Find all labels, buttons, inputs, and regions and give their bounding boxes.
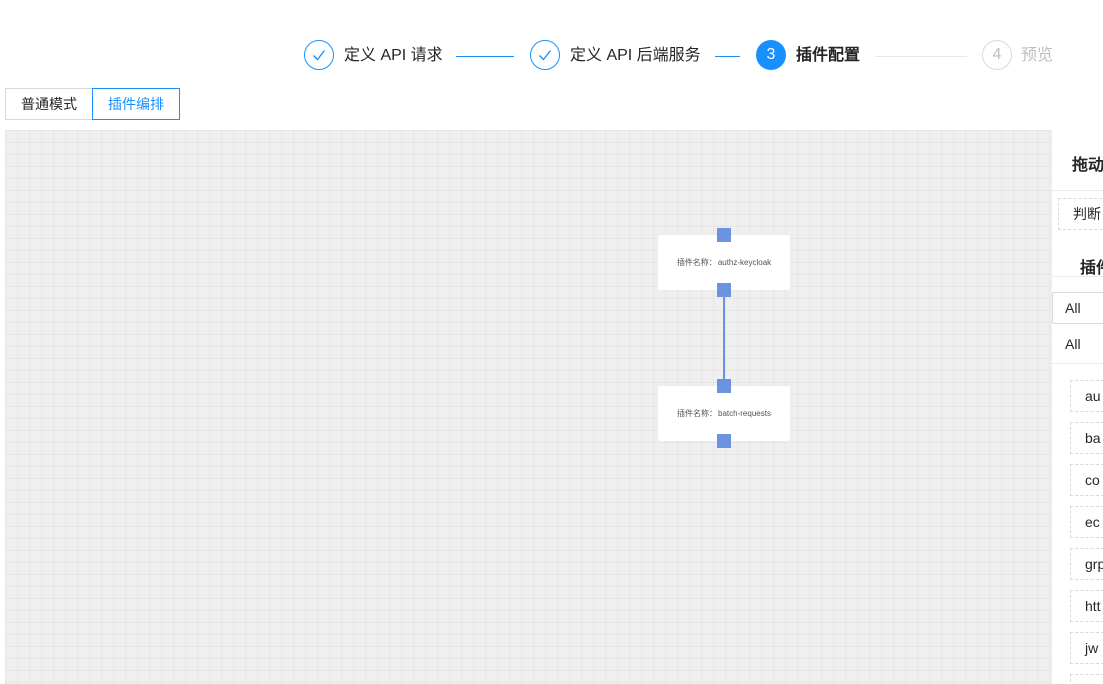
normal-mode-button[interactable]: 普通模式 — [5, 88, 93, 120]
plugin-item[interactable]: ba — [1070, 422, 1103, 454]
step-1-check-icon — [304, 40, 334, 70]
plugin-node-batch-requests[interactable]: 插件名称： batch-requests — [658, 386, 790, 441]
plugin-item-partial[interactable] — [1070, 674, 1103, 684]
condition-drag-item[interactable]: 判断 — [1058, 198, 1103, 230]
step-connector-3 — [875, 56, 967, 57]
step-connector-2 — [715, 56, 740, 57]
plugin-orchestration-button[interactable]: 插件编排 — [92, 88, 180, 120]
divider — [1052, 190, 1103, 191]
check-icon — [539, 50, 552, 61]
check-icon — [313, 50, 326, 61]
category-option[interactable]: All — [1065, 336, 1081, 352]
step-1-title: 定义 API 请求 — [344, 47, 443, 64]
node-output-port[interactable] — [717, 283, 731, 297]
node-label-prefix: 插件名称： — [677, 409, 718, 418]
node-input-port[interactable] — [717, 379, 731, 393]
flow-edge[interactable] — [723, 297, 725, 387]
plugin-item[interactable]: grp — [1070, 548, 1103, 580]
step-2-title: 定义 API 后端服务 — [570, 47, 701, 64]
plugin-item[interactable]: htt — [1070, 590, 1103, 622]
step-connector-1 — [456, 56, 514, 57]
node-plugin-name: batch-requests — [718, 409, 771, 418]
plugin-item[interactable]: jw — [1070, 632, 1103, 664]
node-label-prefix: 插件名称： — [676, 258, 717, 267]
step-2-check-icon — [530, 40, 560, 70]
orchestration-canvas[interactable]: 插件名称： authz-keycloak 插件名称： batch-request… — [5, 130, 1052, 684]
drag-section-title: 拖动 — [1072, 157, 1103, 174]
node-output-port[interactable] — [717, 434, 731, 448]
plugin-item[interactable]: co — [1070, 464, 1103, 496]
node-input-port[interactable] — [717, 228, 731, 242]
plugin-section-title: 插件 — [1080, 260, 1103, 277]
node-plugin-name: authz-keycloak — [717, 258, 772, 267]
divider — [1052, 276, 1103, 277]
divider — [1052, 363, 1103, 364]
plugin-panel: 拖动 判断 插件 All All au ba co ec grp htt jw — [1052, 130, 1103, 684]
plugin-node-authz-keycloak[interactable]: 插件名称： authz-keycloak — [658, 235, 790, 290]
step-3-number: 3 — [756, 40, 786, 70]
plugin-item[interactable]: au — [1070, 380, 1103, 412]
steps-bar: 定义 API 请求 定义 API 后端服务 3 插件配置 4 预览 — [0, 40, 1103, 74]
step-4-number: 4 — [982, 40, 1012, 70]
step-3-title: 插件配置 — [796, 47, 861, 64]
plugin-item[interactable]: ec — [1070, 506, 1103, 538]
step-4-title: 预览 — [1021, 47, 1054, 64]
category-select[interactable]: All — [1052, 292, 1103, 324]
